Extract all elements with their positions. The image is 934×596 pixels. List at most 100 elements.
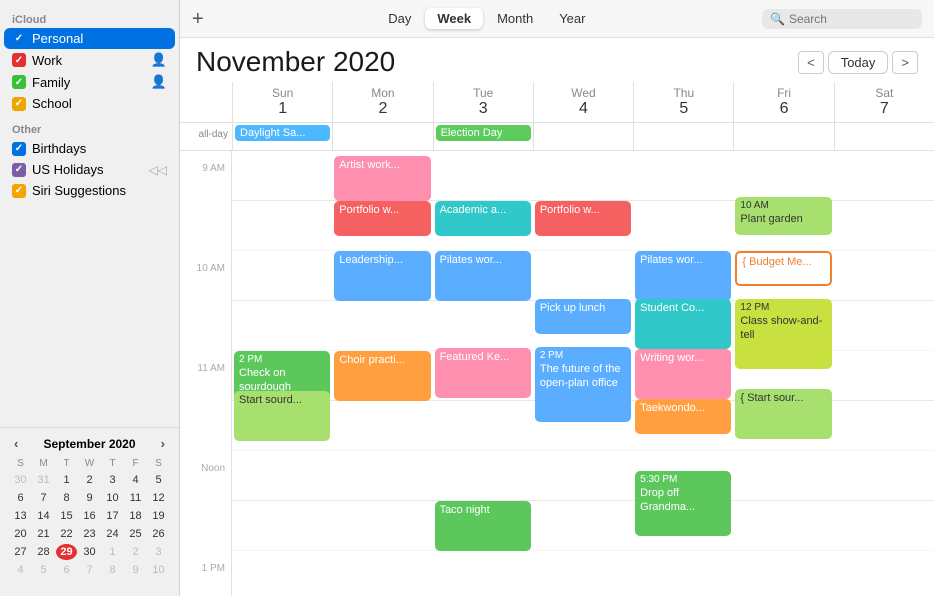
mini-cal-day[interactable]: 3: [148, 544, 169, 560]
event-block[interactable]: Portfolio w...: [535, 201, 631, 236]
event-block[interactable]: Student Co...: [635, 299, 731, 349]
tab-month[interactable]: Month: [485, 8, 545, 29]
mini-cal-day[interactable]: 5: [148, 472, 169, 488]
mini-cal-day[interactable]: 18: [125, 508, 146, 524]
tab-day[interactable]: Day: [376, 8, 423, 29]
event-block[interactable]: Start sourd...: [234, 391, 330, 441]
prev-week-button[interactable]: <: [798, 51, 824, 74]
mini-cal-day[interactable]: 14: [33, 508, 54, 524]
mini-cal-day[interactable]: 11: [125, 490, 146, 506]
sidebar-item-family[interactable]: ✓ Family 👤: [4, 71, 175, 93]
mini-cal-day[interactable]: 8: [56, 490, 77, 506]
tab-year[interactable]: Year: [547, 8, 597, 29]
mini-cal-dow: W: [79, 457, 100, 470]
mini-cal-day[interactable]: 4: [10, 562, 31, 578]
mini-cal-day[interactable]: 31: [33, 472, 54, 488]
mini-cal-dow: T: [102, 457, 123, 470]
mini-cal-day[interactable]: 6: [56, 562, 77, 578]
event-block[interactable]: Artist work...: [334, 156, 430, 201]
mini-cal-day[interactable]: 3: [102, 472, 123, 488]
time-cell: [433, 151, 533, 201]
next-week-button[interactable]: >: [892, 51, 918, 74]
mini-cal-dow: F: [125, 457, 146, 470]
mini-cal-day[interactable]: 5: [33, 562, 54, 578]
mini-cal-day[interactable]: 15: [56, 508, 77, 524]
allday-event-election[interactable]: Election Day: [436, 125, 531, 141]
event-block[interactable]: 12 PMClass show-and-tell: [735, 299, 831, 369]
event-block[interactable]: Pilates wor...: [435, 251, 531, 301]
mini-cal-day[interactable]: 29: [56, 544, 77, 560]
today-button[interactable]: Today: [828, 51, 889, 74]
event-block[interactable]: Featured Ke...: [435, 348, 531, 398]
mini-cal-day[interactable]: 30: [79, 544, 100, 560]
add-event-button[interactable]: +: [192, 9, 204, 29]
search-box[interactable]: 🔍: [762, 9, 922, 29]
mini-cal-day[interactable]: 12: [148, 490, 169, 506]
event-block[interactable]: Taekwondo...: [635, 399, 731, 434]
mini-cal-day[interactable]: 17: [102, 508, 123, 524]
mini-cal-prev[interactable]: ‹: [10, 436, 22, 451]
event-block[interactable]: Pick up lunch: [535, 299, 631, 334]
allday-event-daylight[interactable]: Daylight Sa...: [235, 125, 330, 141]
work-person-icon: 👤: [151, 52, 167, 68]
event-block[interactable]: 10 AMPlant garden: [735, 197, 831, 235]
mini-cal-day[interactable]: 30: [10, 472, 31, 488]
time-cell: [433, 451, 533, 501]
event-block[interactable]: Portfolio w...: [334, 201, 430, 236]
mini-cal-day[interactable]: 10: [102, 490, 123, 506]
event-block[interactable]: Writing wor...: [635, 349, 731, 399]
mini-cal-day[interactable]: 2: [79, 472, 100, 488]
mini-cal-day[interactable]: 20: [10, 526, 31, 542]
mini-cal-day[interactable]: 23: [79, 526, 100, 542]
event-block[interactable]: 5:30 PMDrop off Grandma...: [635, 471, 731, 536]
mini-cal-day[interactable]: 22: [56, 526, 77, 542]
time-cell: [633, 151, 733, 201]
mini-cal-day[interactable]: 21: [33, 526, 54, 542]
time-cell: [232, 251, 332, 301]
mini-cal-day[interactable]: 8: [102, 562, 123, 578]
mini-cal-day[interactable]: 7: [79, 562, 100, 578]
event-block[interactable]: 2 PMThe future of the open-plan office: [535, 347, 631, 422]
day-header-tue: Tue 3: [433, 82, 533, 122]
event-block[interactable]: Leadership...: [334, 251, 430, 301]
mini-cal-day[interactable]: 1: [56, 472, 77, 488]
time-cell: [533, 251, 633, 301]
event-block[interactable]: Choir practi...: [334, 351, 430, 401]
mini-cal-day[interactable]: 13: [10, 508, 31, 524]
day-label-thu: Thu: [673, 86, 694, 100]
mini-cal-day[interactable]: 2: [125, 544, 146, 560]
mini-cal-day[interactable]: 27: [10, 544, 31, 560]
mini-cal-next[interactable]: ›: [157, 436, 169, 451]
mini-cal-day[interactable]: 28: [33, 544, 54, 560]
sidebar-item-work[interactable]: ✓ Work 👤: [4, 49, 175, 71]
mini-cal-day[interactable]: 25: [125, 526, 146, 542]
event-block[interactable]: Taco night: [435, 501, 531, 551]
mini-cal-day[interactable]: 9: [125, 562, 146, 578]
mini-cal-day[interactable]: 10: [148, 562, 169, 578]
event-block[interactable]: { Start sour...: [735, 389, 831, 439]
time-label: 9 AM: [180, 151, 232, 194]
event-block[interactable]: Pilates wor...: [635, 251, 731, 301]
tab-week[interactable]: Week: [425, 8, 483, 29]
mini-cal-day[interactable]: 24: [102, 526, 123, 542]
sidebar-item-school[interactable]: ✓ School: [4, 93, 175, 114]
sidebar-item-us-holidays[interactable]: ✓ US Holidays ◁◁: [4, 159, 175, 180]
mini-cal-day[interactable]: 6: [10, 490, 31, 506]
search-input[interactable]: [789, 12, 909, 26]
event-block[interactable]: { Budget Me...: [735, 251, 831, 286]
time-cell: [232, 551, 332, 596]
mini-cal-day[interactable]: 26: [148, 526, 169, 542]
mini-cal-day[interactable]: 16: [79, 508, 100, 524]
mini-cal-day[interactable]: 19: [148, 508, 169, 524]
mini-cal-day[interactable]: 9: [79, 490, 100, 506]
time-label: [180, 294, 232, 344]
event-block[interactable]: Academic a...: [435, 201, 531, 236]
time-cell: [332, 301, 432, 351]
mini-cal-day[interactable]: 7: [33, 490, 54, 506]
sidebar-item-birthdays[interactable]: ✓ Birthdays: [4, 138, 175, 159]
sidebar-item-siri[interactable]: ✓ Siri Suggestions: [4, 180, 175, 201]
mini-cal-day[interactable]: 1: [102, 544, 123, 560]
sidebar-item-personal[interactable]: ✓ Personal: [4, 28, 175, 49]
mini-cal-day[interactable]: 4: [125, 472, 146, 488]
time-label: 11 AM: [180, 344, 232, 394]
